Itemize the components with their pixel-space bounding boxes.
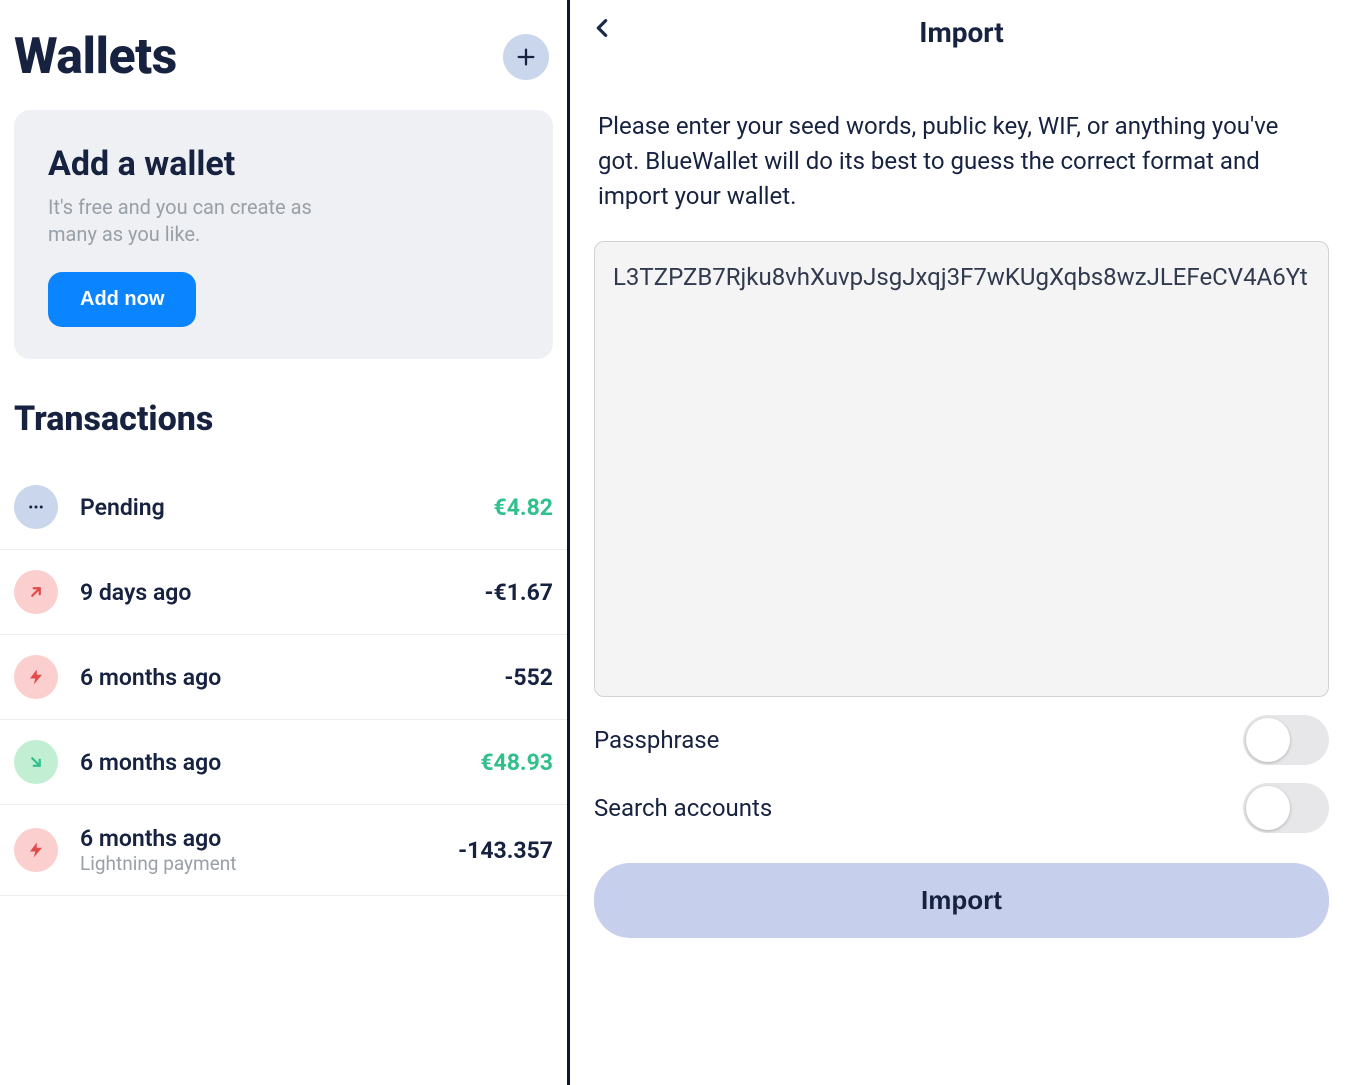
transaction-row[interactable]: 6 months ago €48.93 [0,720,567,805]
bolt-icon [14,828,58,872]
transaction-amount: -552 [504,664,553,691]
search-accounts-toggle[interactable] [1243,783,1329,833]
import-description: Please enter your seed words, public key… [570,59,1353,241]
transaction-sublabel: Lightning payment [80,852,436,875]
add-wallet-title: Add a wallet [48,144,519,184]
search-accounts-row: Search accounts [570,765,1353,833]
wallets-pane: Wallets Add a wallet It's free and you c… [0,0,570,1085]
page-title: Wallets [14,28,177,86]
back-button[interactable] [582,8,622,48]
passphrase-toggle[interactable] [1243,715,1329,765]
transaction-row[interactable]: 6 months ago -552 [0,635,567,720]
seed-input[interactable] [594,241,1329,697]
arrow-in-icon [14,740,58,784]
transaction-amount: -€1.67 [484,579,553,606]
passphrase-row: Passphrase [570,697,1353,765]
transaction-label: Pending [80,494,472,521]
add-now-button[interactable]: Add now [48,272,196,327]
chevron-left-icon [591,11,613,45]
pending-icon [14,485,58,529]
transaction-label: 9 days ago [80,579,462,606]
search-accounts-label: Search accounts [594,794,772,822]
transaction-row[interactable]: 9 days ago -€1.67 [0,550,567,635]
import-header: Import [570,0,1353,59]
transaction-label: 6 months ago [80,664,482,691]
import-title: Import [570,16,1353,49]
bolt-icon [14,655,58,699]
add-wallet-icon-button[interactable] [503,34,549,80]
add-wallet-card: Add a wallet It's free and you can creat… [14,110,553,359]
passphrase-label: Passphrase [594,726,719,754]
transaction-amount: -143.357 [458,837,553,864]
plus-icon [515,46,537,68]
transaction-label: 6 months ago [80,749,458,776]
transaction-row[interactable]: 6 months ago Lightning payment -143.357 [0,805,567,896]
import-pane: Import Please enter your seed words, pub… [570,0,1353,1085]
transaction-amount: €48.93 [480,749,553,776]
transaction-label: 6 months ago [80,825,436,852]
transactions-list: Pending €4.82 9 days ago -€1.67 [0,465,567,896]
wallets-header: Wallets [0,10,567,110]
import-button[interactable]: Import [594,863,1329,938]
add-wallet-subtitle: It's free and you can create as many as … [48,194,328,248]
arrow-out-icon [14,570,58,614]
transaction-row[interactable]: Pending €4.82 [0,465,567,550]
transactions-title: Transactions [0,399,567,465]
transaction-amount: €4.82 [494,494,553,521]
